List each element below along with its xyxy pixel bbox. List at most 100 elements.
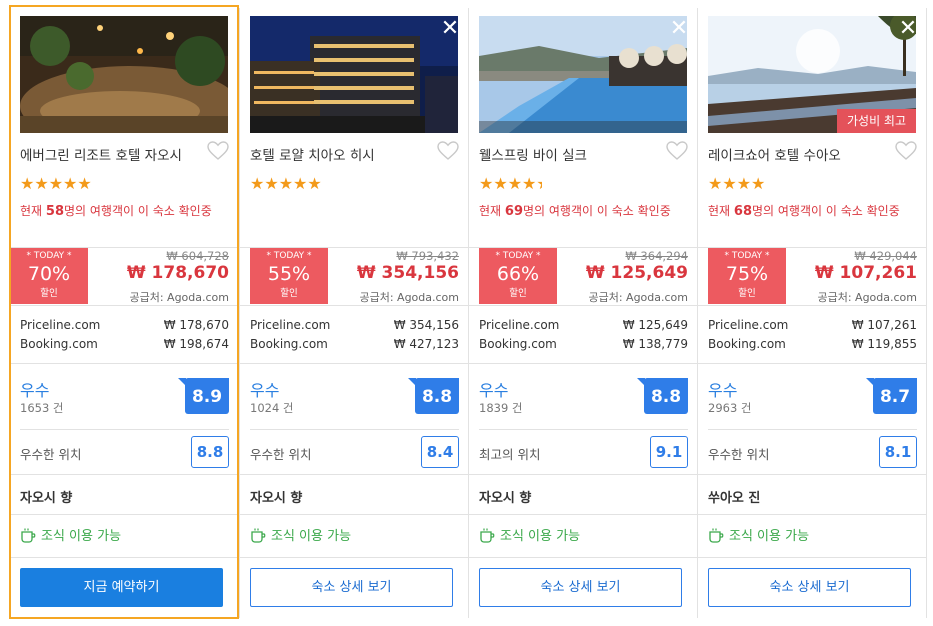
supplier-label: 공급처: Agoda.com: [817, 291, 917, 304]
viewer-count-text: 현재 58명의 여행객이 이 숙소 확인중: [20, 204, 212, 219]
hotel-card: ✕ 가성비 최고 레이크쇼어 호텔 수아오 ★★★★ 현재 68명의 여행객이 …: [698, 0, 927, 626]
rating-word: 우수: [20, 381, 50, 400]
today-deal-badge: * TODAY * 75% 할인: [708, 248, 786, 304]
original-price: ₩ 364,294: [625, 249, 688, 263]
original-price: ₩ 429,044: [854, 249, 917, 263]
review-count[interactable]: 1653 건: [20, 400, 64, 416]
location-score-badge: 8.8: [191, 436, 229, 468]
divider: [240, 305, 469, 306]
review-score-badge: 8.9: [178, 378, 229, 414]
review-count[interactable]: 1024 건: [250, 400, 294, 416]
hotel-photo[interactable]: [20, 16, 228, 133]
deal-price[interactable]: ₩ 178,670: [127, 263, 229, 283]
original-price: ₩ 604,728: [166, 249, 229, 263]
star-rating: ★★★★★: [250, 174, 322, 193]
area-label: 쑤아오 진: [708, 491, 761, 506]
area-label: 자오시 향: [479, 491, 532, 506]
area-label: 자오시 향: [20, 491, 73, 506]
divider: [698, 305, 927, 306]
rating-word: 우수: [479, 381, 509, 400]
supplier-label: 공급처: Agoda.com: [588, 291, 688, 304]
today-deal-badge: * TODAY * 70% 할인: [10, 248, 88, 304]
location-label: 우수한 위치: [708, 447, 770, 462]
supplier-label: 공급처: Agoda.com: [129, 291, 229, 304]
review-count[interactable]: 1839 건: [479, 400, 523, 416]
heart-icon[interactable]: [895, 141, 917, 161]
review-score-badge: 8.8: [408, 378, 459, 414]
hotel-photo[interactable]: [479, 16, 687, 133]
divider: [10, 363, 239, 364]
breakfast-info: 조식 이용 가능: [20, 525, 121, 544]
today-deal-badge: * TODAY * 55% 할인: [250, 248, 328, 304]
divider: [698, 514, 927, 515]
breakfast-info: 조식 이용 가능: [708, 525, 809, 544]
viewer-count-text: 현재 68명의 여행객이 이 숙소 확인중: [708, 204, 900, 219]
deal-price[interactable]: ₩ 354,156: [357, 263, 459, 283]
view-details-button[interactable]: 숙소 상세 보기: [708, 568, 911, 607]
view-details-button[interactable]: 숙소 상세 보기: [250, 568, 453, 607]
divider: [10, 557, 239, 558]
location-label: 우수한 위치: [20, 447, 82, 462]
location-score-badge: 9.1: [650, 436, 688, 468]
review-score-badge: 8.8: [637, 378, 688, 414]
view-details-button[interactable]: 숙소 상세 보기: [479, 568, 682, 607]
heart-icon[interactable]: [666, 141, 688, 161]
divider: [698, 474, 927, 475]
coffee-cup-icon: [20, 527, 37, 544]
star-rating: ★★★★: [708, 174, 766, 193]
coffee-cup-icon: [479, 527, 496, 544]
supplier-label: 공급처: Agoda.com: [359, 291, 459, 304]
hotel-card: 에버그린 리조트 호텔 자오시 ★★★★★ 현재 58명의 여행객이 이 숙소 …: [10, 0, 239, 626]
hotel-card: ✕ 웰스프링 바이 실크 ★★★★★ 현재 69명의 여행객이 이 숙소 확인중…: [469, 0, 698, 626]
divider: [240, 474, 469, 475]
divider: [20, 429, 229, 430]
deal-price[interactable]: ₩ 125,649: [586, 263, 688, 283]
close-icon[interactable]: ✕: [668, 18, 690, 40]
location-score-badge: 8.1: [879, 436, 917, 468]
coffee-cup-icon: [250, 527, 267, 544]
divider: [708, 429, 917, 430]
divider: [469, 474, 698, 475]
location-label: 우수한 위치: [250, 447, 312, 462]
divider: [240, 514, 469, 515]
divider: [698, 363, 927, 364]
book-now-button[interactable]: 지금 예약하기: [20, 568, 223, 607]
hotel-comparison: 에버그린 리조트 호텔 자오시 ★★★★★ 현재 58명의 여행객이 이 숙소 …: [0, 0, 933, 626]
best-value-badge: 가성비 최고: [836, 109, 916, 133]
divider: [469, 305, 698, 306]
close-icon[interactable]: ✕: [897, 18, 919, 40]
divider: [10, 514, 239, 515]
hotel-name[interactable]: 웰스프링 바이 실크: [479, 144, 587, 164]
divider: [698, 557, 927, 558]
divider: [479, 429, 688, 430]
close-icon[interactable]: ✕: [439, 18, 461, 40]
rating-word: 우수: [250, 381, 280, 400]
divider: [469, 514, 698, 515]
hotel-name[interactable]: 호텔 로얄 치아오 히시: [250, 144, 375, 164]
rating-word: 우수: [708, 381, 738, 400]
heart-icon[interactable]: [437, 141, 459, 161]
viewer-count-text: 현재 69명의 여행객이 이 숙소 확인중: [479, 204, 671, 219]
divider: [10, 305, 239, 306]
area-label: 자오시 향: [250, 491, 303, 506]
heart-icon[interactable]: [207, 141, 229, 161]
divider: [10, 474, 239, 475]
hotel-photo[interactable]: [250, 16, 458, 133]
location-score-badge: 8.4: [421, 436, 459, 468]
coffee-cup-icon: [708, 527, 725, 544]
star-rating: ★★★★★: [479, 174, 542, 193]
hotel-name[interactable]: 레이크쇼어 호텔 수아오: [708, 144, 841, 164]
original-price: ₩ 793,432: [396, 249, 459, 263]
hotel-card: ✕ 호텔 로얄 치아오 히시 ★★★★★ * TODAY * 55% 할인 ₩ …: [240, 0, 469, 626]
divider: [240, 363, 469, 364]
review-score-badge: 8.7: [866, 378, 917, 414]
review-count[interactable]: 2963 건: [708, 400, 752, 416]
breakfast-info: 조식 이용 가능: [479, 525, 580, 544]
divider: [250, 429, 459, 430]
deal-price[interactable]: ₩ 107,261: [815, 263, 917, 283]
divider: [469, 557, 698, 558]
hotel-name[interactable]: 에버그린 리조트 호텔 자오시: [20, 144, 182, 164]
today-deal-badge: * TODAY * 66% 할인: [479, 248, 557, 304]
divider: [469, 363, 698, 364]
divider: [240, 557, 469, 558]
